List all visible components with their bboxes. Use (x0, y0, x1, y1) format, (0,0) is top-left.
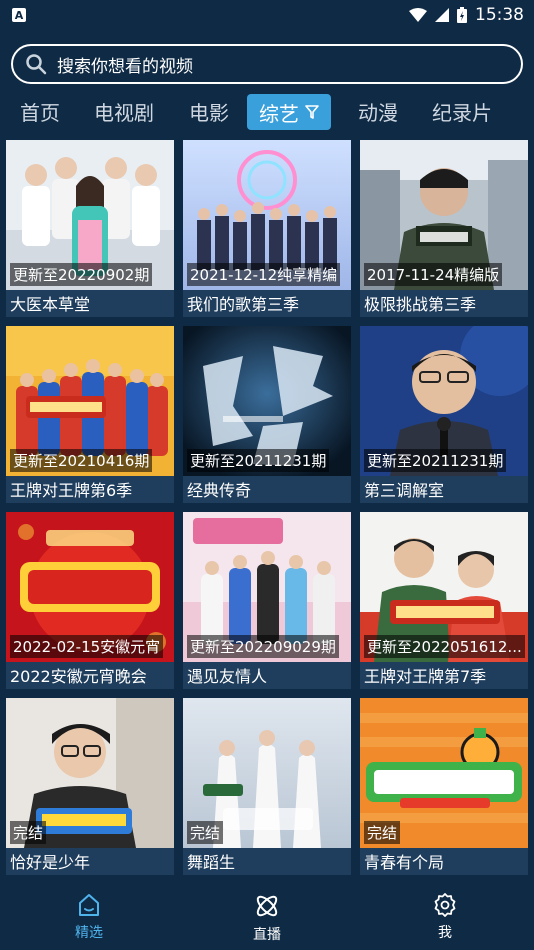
episode-badge: 更新至20211231期 (187, 449, 330, 472)
tab-home[interactable]: 首页 (20, 97, 60, 126)
notification-icon: A (12, 8, 26, 22)
episode-badge: 更新至2022051612... (364, 635, 525, 658)
episode-badge: 2022-02-15安徽元宵 (10, 635, 164, 658)
tab-documentary[interactable]: 纪录片 (432, 97, 492, 126)
tab-variety-label: 综艺 (259, 101, 299, 126)
nav-me[interactable]: 我 (405, 892, 485, 942)
video-title: 青春有个局 (364, 853, 445, 872)
tab-tv-series[interactable]: 电视剧 (94, 97, 154, 126)
episode-badge: 更新至20220902期 (10, 263, 153, 286)
search-bar[interactable]: 搜索你想看的视频 (11, 44, 523, 84)
video-title: 我们的歌第三季 (187, 295, 300, 314)
video-title: 大医本草堂 (10, 295, 91, 314)
wifi-icon (409, 8, 427, 22)
video-title: 遇见友情人 (187, 667, 268, 686)
bottom-navigation: 精选 直播 我 (0, 882, 534, 950)
episode-badge: 更新至202209029期 (187, 635, 339, 658)
battery-icon (457, 7, 467, 23)
signal-icon (435, 8, 449, 22)
live-icon (253, 892, 281, 920)
tab-variety[interactable]: 综艺 (247, 94, 331, 130)
clock: 15:38 (475, 5, 524, 25)
nav-live[interactable]: 直播 (227, 892, 307, 944)
video-title: 恰好是少年 (10, 853, 91, 872)
video-card[interactable]: 更新至2022051612... 王牌对王牌第7季 (360, 512, 528, 689)
home-icon (76, 892, 102, 918)
episode-badge: 完结 (10, 821, 47, 844)
nav-me-label: 我 (438, 925, 452, 941)
episode-badge: 完结 (364, 821, 401, 844)
video-title: 极限挑战第三季 (364, 295, 477, 314)
video-title: 王牌对王牌第7季 (364, 667, 487, 686)
gear-icon (432, 892, 458, 918)
category-tabs: 首页 电视剧 电影 综艺 动漫 纪录片 (0, 94, 534, 130)
video-title: 经典传奇 (187, 481, 252, 500)
video-card[interactable]: 完结 恰好是少年 (6, 698, 174, 875)
video-card[interactable]: 更新至20220902期 大医本草堂 (6, 140, 174, 317)
search-icon (25, 53, 47, 75)
filter-icon[interactable] (305, 104, 319, 120)
video-card[interactable]: 更新至20211231期 经典传奇 (183, 326, 351, 503)
nav-featured-label: 精选 (75, 925, 103, 941)
video-card[interactable]: 2017-11-24精编版 极限挑战第三季 (360, 140, 528, 317)
video-card[interactable]: 2022-02-15安徽元宵 2022安徽元宵晚会 (6, 512, 174, 689)
video-title: 舞蹈生 (187, 853, 236, 872)
video-card[interactable]: 完结 舞蹈生 (183, 698, 351, 875)
video-card[interactable]: 更新至202209029期 遇见友情人 (183, 512, 351, 689)
episode-badge: 更新至20211231期 (364, 449, 507, 472)
video-card[interactable]: 更新至20210416期 王牌对王牌第6季 (6, 326, 174, 503)
tab-movies[interactable]: 电影 (189, 97, 229, 126)
episode-badge: 2017-11-24精编版 (364, 263, 503, 286)
episode-badge: 完结 (187, 821, 224, 844)
video-title: 王牌对王牌第6季 (10, 481, 133, 500)
video-title: 第三调解室 (364, 481, 445, 500)
nav-live-label: 直播 (253, 927, 281, 943)
video-card[interactable]: 更新至20211231期 第三调解室 (360, 326, 528, 503)
status-bar: A 15:38 (0, 0, 534, 30)
search-input[interactable]: 搜索你想看的视频 (57, 52, 193, 77)
video-card[interactable]: 2021-12-12纯享精编 我们的歌第三季 (183, 140, 351, 317)
video-card[interactable]: 完结 青春有个局 (360, 698, 528, 875)
episode-badge: 更新至20210416期 (10, 449, 153, 472)
tab-anime[interactable]: 动漫 (358, 97, 398, 126)
episode-badge: 2021-12-12纯享精编 (187, 263, 341, 286)
video-title: 2022安徽元宵晚会 (10, 667, 147, 686)
nav-featured[interactable]: 精选 (49, 892, 129, 942)
